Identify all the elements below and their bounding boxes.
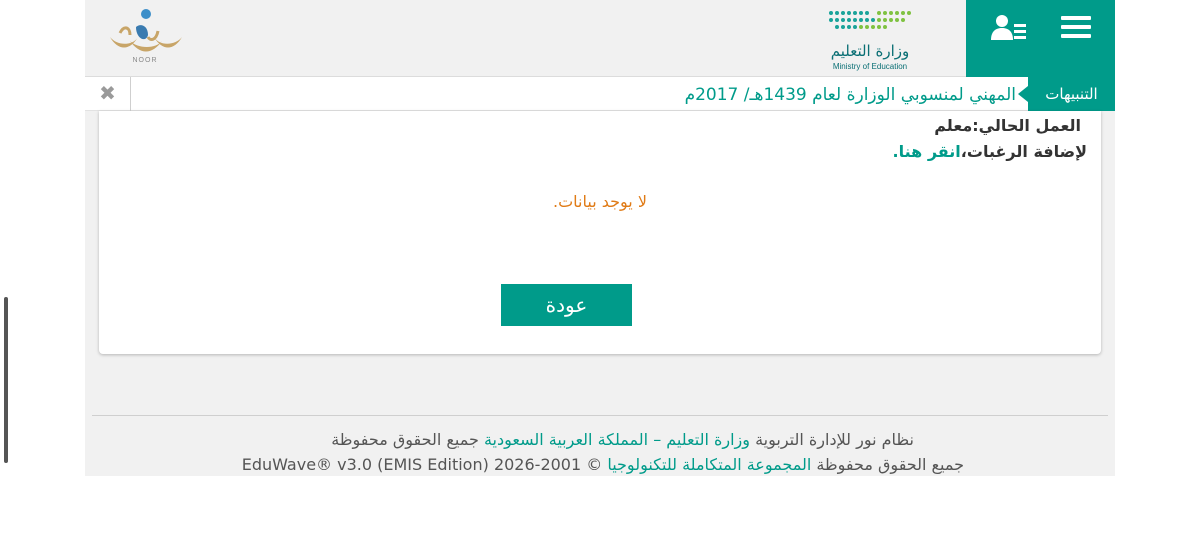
add-wishes-link[interactable]: انقر هنا. xyxy=(893,142,961,161)
ministry-dots-icon xyxy=(829,11,911,29)
add-wishes-line: لإضافة الرغبات،انقر هنا. xyxy=(893,142,1087,161)
footer-vendor-link[interactable]: المجموعة المتكاملة للتكنولوجيا xyxy=(607,455,811,474)
ticker-arrow-icon xyxy=(1018,86,1028,102)
noor-logo-text: NOOR xyxy=(132,57,158,64)
header-bar xyxy=(85,0,1115,77)
footer-line2-text-a: جميع الحقوق محفوظة xyxy=(811,455,964,474)
ticker-label: التنبيهات xyxy=(1028,77,1115,111)
page-scrollbar[interactable] xyxy=(4,297,8,463)
footer-line1-text-a: نظام نور للإدارة التربوية xyxy=(750,430,914,449)
footer-ministry-link[interactable]: وزارة التعليم – المملكة العربية السعودية xyxy=(484,430,750,449)
footer-copyright-line-2: جميع الحقوق محفوظة المجموعة المتكاملة لل… xyxy=(92,455,964,474)
noor-logo[interactable]: NOOR xyxy=(100,5,190,67)
add-wishes-prefix: لإضافة الرغبات، xyxy=(960,142,1087,161)
footer-divider xyxy=(92,415,1108,416)
footer-line2-text-b: © 2001-2026 (EMIS Edition) EduWave® v3.0 xyxy=(241,455,608,474)
current-work-line: العمل الحالي:معلم xyxy=(934,116,1081,135)
ticker-close-icon[interactable]: ✖ xyxy=(85,77,131,111)
ministry-logo: وزارة التعليم Ministry of Education xyxy=(820,5,920,73)
noor-emblem-icon xyxy=(110,9,182,52)
hamburger-icon[interactable] xyxy=(1061,16,1091,42)
ministry-logo-arabic: وزارة التعليم xyxy=(830,42,910,60)
no-data-message: لا يوجد بيانات. xyxy=(553,192,647,211)
current-work-label: العمل الحالي: xyxy=(972,116,1081,135)
content-card: العمل الحالي:معلم لإضافة الرغبات،انقر هن… xyxy=(99,111,1101,354)
back-button[interactable]: عودة xyxy=(501,284,632,326)
user-list-icon[interactable] xyxy=(991,14,1027,42)
header-menu-block xyxy=(966,0,1115,77)
footer-line1-text-b: جميع الحقوق محفوظة xyxy=(331,430,484,449)
ticker-message[interactable]: المهني لمنسوبي الوزارة لعام 1439هـ/ 2017… xyxy=(140,77,1016,111)
footer-copyright-line-1: نظام نور للإدارة التربوية وزارة التعليم … xyxy=(92,430,914,449)
current-work-value: معلم xyxy=(934,116,973,135)
ministry-logo-english: Ministry of Education xyxy=(832,62,908,71)
